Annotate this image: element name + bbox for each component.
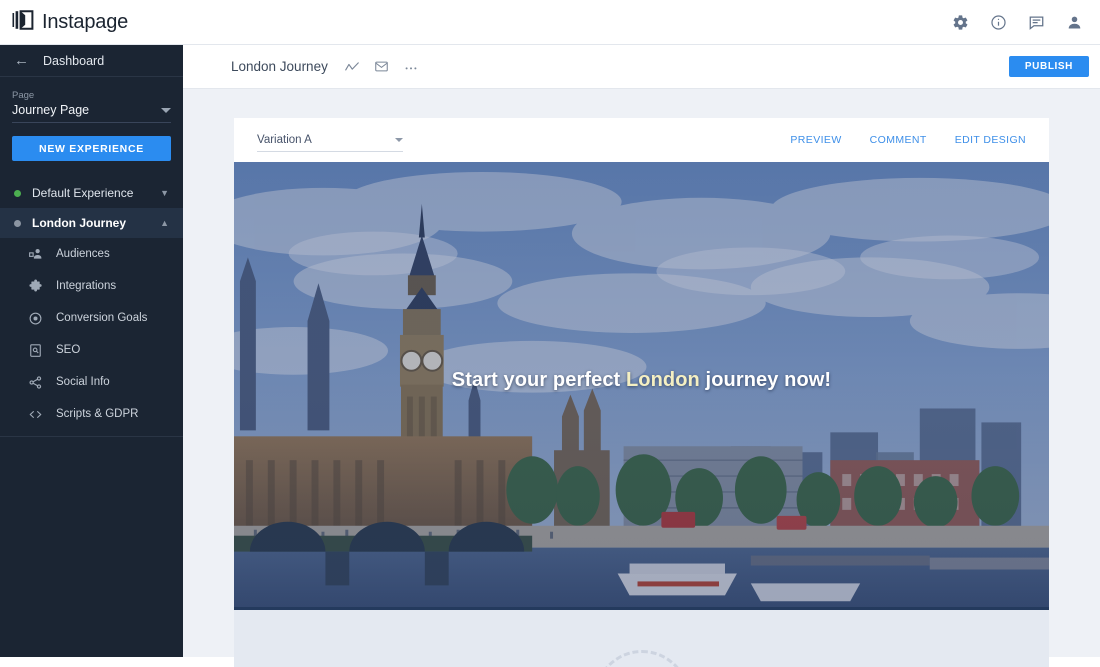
sidebar-item-conversion-goals[interactable]: Conversion Goals [0,302,183,334]
sidebar-back-label: Dashboard [43,53,105,68]
instapage-logo-icon [12,9,35,36]
sidebar-item-social-info[interactable]: Social Info [0,366,183,398]
sidebar-sub-label: Scripts & GDPR [56,408,139,420]
preview-below-fold-section [234,610,1049,667]
status-dot [14,189,21,197]
main-content: London Journey PUBLISH Variation A PREVI… [183,45,1100,667]
sidebar-item-integrations[interactable]: Integrations [0,270,183,302]
gear-icon[interactable] [952,14,969,31]
audiences-icon [28,247,43,262]
sidebar-item-london-journey[interactable]: London Journey ▲ [0,208,183,238]
dashed-circle-placeholder [593,650,690,667]
seo-document-icon [28,343,43,358]
variation-dropdown[interactable]: Variation A [257,134,403,152]
variation-actions: PREVIEW COMMENT EDIT DESIGN [790,134,1026,146]
chevron-up-icon[interactable]: ▲ [160,218,169,228]
preview-link[interactable]: PREVIEW [790,134,841,146]
page-selector-block: Page Journey Page [0,77,183,123]
analytics-line-icon[interactable] [344,59,360,75]
sidebar-back-to-dashboard[interactable]: ← Dashboard [0,45,183,77]
variation-toolbar: Variation A PREVIEW COMMENT EDIT DESIGN [234,118,1049,162]
page-title: London Journey [231,59,328,74]
sidebar-item-seo[interactable]: SEO [0,334,183,366]
sidebar-sub-label: Audiences [56,248,110,260]
sidebar-sub-label: Conversion Goals [56,312,148,324]
sidebar-sub-label: SEO [56,344,81,356]
sidebar-sub-label: Integrations [56,280,117,292]
page-toolbar: London Journey PUBLISH [183,45,1100,89]
headline-accent-word: London [625,369,700,391]
page-toolbar-icons [344,59,419,75]
app-header-actions [952,14,1083,31]
code-brackets-icon [28,407,43,422]
page-canvas: Variation A PREVIEW COMMENT EDIT DESIGN [183,89,1100,667]
variation-value: Variation A [257,134,312,146]
hero-headline: Start your perfect London journey now! [234,369,1049,392]
sidebar-item-audiences[interactable]: Audiences [0,238,183,270]
envelope-icon[interactable] [374,59,389,74]
experience-sub-menu: Audiences Integrations Conversion Goals … [0,238,183,437]
chevron-down-icon[interactable]: ▼ [160,188,169,198]
brand-name: Instapage [42,10,129,33]
edit-design-link[interactable]: EDIT DESIGN [955,134,1026,146]
app-header: Instapage [0,0,1100,45]
landing-page-preview[interactable]: Start your perfect London journey now! [234,162,1049,610]
brand-logo[interactable]: Instapage [12,9,128,36]
target-icon [28,311,43,326]
sidebar-sub-label: Social Info [56,376,110,388]
experience-name: Default Experience [32,186,134,200]
info-circle-icon[interactable] [990,14,1007,31]
page-selector-value: Journey Page [12,103,90,117]
chat-icon[interactable] [1028,14,1045,31]
page-selector-dropdown[interactable]: Journey Page [12,103,171,123]
headline-part-before: Start your perfect [451,369,626,391]
headline-part-after: journey now! [699,369,832,391]
sidebar-item-default-experience[interactable]: Default Experience ▼ [0,178,183,208]
page-selector-label: Page [12,90,35,101]
chevron-down-icon [395,138,403,142]
status-dot [14,219,21,227]
sidebar: ← Dashboard Page Journey Page NEW EXPERI… [0,45,183,657]
more-horizontal-icon[interactable] [403,59,419,75]
chevron-down-icon [161,107,171,113]
person-icon[interactable] [1066,14,1083,31]
puzzle-piece-icon [28,279,43,294]
publish-button[interactable]: PUBLISH [1008,56,1089,77]
share-icon [28,375,43,390]
arrow-left-icon: ← [14,52,29,69]
comment-link[interactable]: COMMENT [870,134,927,146]
new-experience-button[interactable]: NEW EXPERIENCE [12,136,171,161]
sidebar-item-scripts-gdpr[interactable]: Scripts & GDPR [0,398,183,430]
experience-list: Default Experience ▼ London Journey ▲ Au… [0,178,183,437]
experience-name: London Journey [32,216,126,230]
